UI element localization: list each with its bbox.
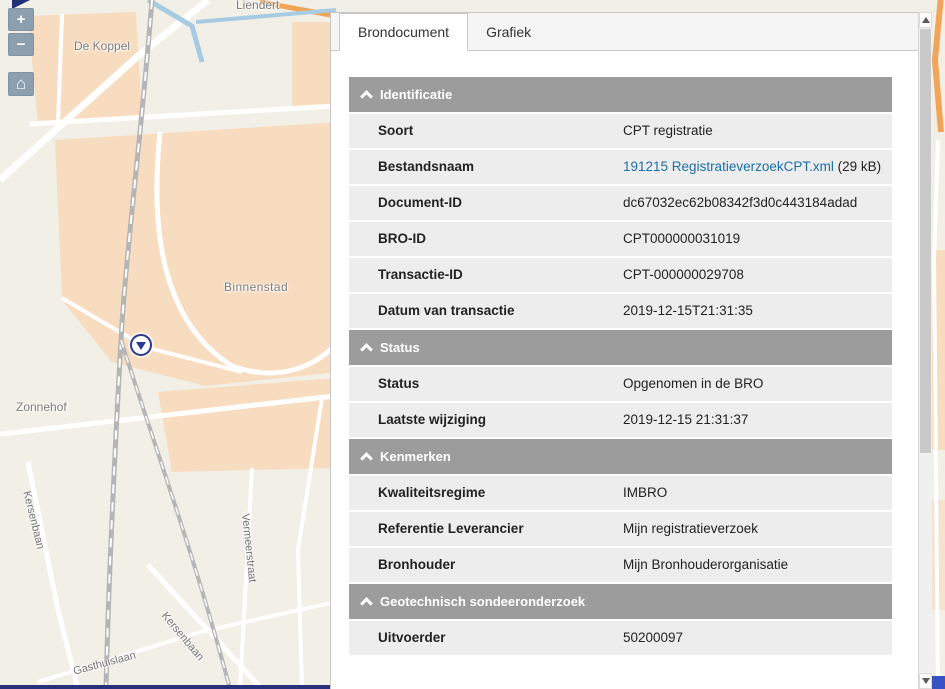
row-label: BRO-ID bbox=[349, 222, 613, 256]
table-row-kwaliteitsregime: Kwaliteitsregime IMBRO bbox=[349, 476, 892, 510]
section-title: Geotechnisch sondeeronderzoek bbox=[380, 594, 585, 609]
home-icon: ⌂ bbox=[16, 75, 26, 92]
detail-panel: Brondocument Grafiek Identificatie Soort… bbox=[330, 12, 918, 689]
row-value: 191215 RegistratieverzoekCPT.xml (29 kB) bbox=[613, 150, 892, 184]
scrollbar-thumb[interactable] bbox=[920, 29, 931, 453]
row-value: dc67032ec62b08342f3d0c443184adad bbox=[613, 186, 892, 220]
row-label: Datum van transactie bbox=[349, 294, 613, 328]
row-label: Referentie Leverancier bbox=[349, 512, 613, 546]
section-header-identificatie[interactable]: Identificatie bbox=[349, 77, 892, 112]
tab-brondocument[interactable]: Brondocument bbox=[339, 13, 468, 51]
map-label-zonnehof: Zonnehof bbox=[16, 400, 67, 414]
scrollbar-down-button[interactable] bbox=[919, 673, 932, 689]
arrow-down-icon bbox=[922, 678, 930, 684]
row-value: 2019-12-15T21:31:35 bbox=[613, 294, 892, 328]
section-title: Identificatie bbox=[380, 87, 452, 102]
row-value: CPT-000000029708 bbox=[613, 258, 892, 292]
map-label-de-koppel: De Koppel bbox=[74, 39, 130, 53]
section-kenmerken: Kenmerken Kwaliteitsregime IMBRO Referen… bbox=[349, 439, 892, 582]
table-row-bronhouder: Bronhouder Mijn Bronhouderorganisatie bbox=[349, 548, 892, 582]
row-label: Kwaliteitsregime bbox=[349, 476, 613, 510]
section-status: Status Status Opgenomen in de BRO Laatst… bbox=[349, 330, 892, 437]
tab-bar: Brondocument Grafiek bbox=[331, 13, 918, 51]
zoom-in-button[interactable]: + bbox=[8, 8, 34, 31]
row-label: Bronhouder bbox=[349, 548, 613, 582]
table-row-datum-transactie: Datum van transactie 2019-12-15T21:31:35 bbox=[349, 294, 892, 328]
section-identificatie: Identificatie Soort CPT registratie Best… bbox=[349, 77, 892, 328]
panel-scrollbar[interactable] bbox=[918, 12, 932, 689]
row-value: Opgenomen in de BRO bbox=[613, 367, 892, 401]
section-title: Status bbox=[380, 340, 420, 355]
map-label-binnenstad: Binnenstad bbox=[224, 280, 288, 294]
file-size-text: (29 kB) bbox=[834, 159, 881, 174]
table-row-referentie-leverancier: Referentie Leverancier Mijn registratiev… bbox=[349, 512, 892, 546]
table-row-laatste-wijziging: Laatste wijziging 2019-12-15 21:31:37 bbox=[349, 403, 892, 437]
zoom-control: + − bbox=[8, 8, 34, 56]
row-label: Bestandsnaam bbox=[349, 150, 613, 184]
section-header-geotechnisch[interactable]: Geotechnisch sondeeronderzoek bbox=[349, 584, 892, 619]
row-value: Mijn registratieverzoek bbox=[613, 512, 892, 546]
file-download-link[interactable]: 191215 RegistratieverzoekCPT.xml bbox=[623, 159, 834, 174]
row-value: IMBRO bbox=[613, 476, 892, 510]
scroll-corner bbox=[932, 676, 945, 689]
row-value: 2019-12-15 21:31:37 bbox=[613, 403, 892, 437]
arrow-up-icon bbox=[922, 17, 930, 23]
marker-triangle-icon bbox=[136, 342, 146, 350]
row-label: Uitvoerder bbox=[349, 621, 613, 655]
map-marker-cpt[interactable] bbox=[130, 334, 152, 356]
section-header-status[interactable]: Status bbox=[349, 330, 892, 365]
scrollbar-up-button[interactable] bbox=[919, 12, 932, 28]
row-label: Document-ID bbox=[349, 186, 613, 220]
chevron-up-icon bbox=[360, 90, 373, 103]
chevron-up-icon bbox=[360, 597, 373, 610]
chevron-up-icon bbox=[360, 343, 373, 356]
row-value: 50200097 bbox=[613, 621, 892, 655]
row-label: Soort bbox=[349, 114, 613, 148]
table-row-transactie-id: Transactie-ID CPT-000000029708 bbox=[349, 258, 892, 292]
row-value: Mijn Bronhouderorganisatie bbox=[613, 548, 892, 582]
chevron-up-icon bbox=[360, 452, 373, 465]
map-label-liendert: Liendert bbox=[236, 0, 279, 12]
section-geotechnisch-sondeeronderzoek: Geotechnisch sondeeronderzoek Uitvoerder… bbox=[349, 584, 892, 655]
table-row-bro-id: BRO-ID CPT000000031019 bbox=[349, 222, 892, 256]
table-row-status: Status Opgenomen in de BRO bbox=[349, 367, 892, 401]
row-label: Laatste wijziging bbox=[349, 403, 613, 437]
table-row-uitvoerder: Uitvoerder 50200097 bbox=[349, 621, 892, 655]
home-button[interactable]: ⌂ bbox=[8, 72, 34, 96]
row-value: CPT000000031019 bbox=[613, 222, 892, 256]
app-window: Liendert De Koppel Binnenstad Zonnehof K… bbox=[0, 0, 945, 689]
row-label: Status bbox=[349, 367, 613, 401]
tab-grafiek[interactable]: Grafiek bbox=[468, 13, 549, 50]
row-label: Transactie-ID bbox=[349, 258, 613, 292]
footer-bar bbox=[0, 685, 331, 689]
zoom-out-button[interactable]: − bbox=[8, 33, 34, 56]
table-row-bestandsnaam: Bestandsnaam 191215 RegistratieverzoekCP… bbox=[349, 150, 892, 184]
panel-content: Identificatie Soort CPT registratie Best… bbox=[331, 51, 918, 689]
section-title: Kenmerken bbox=[380, 449, 451, 464]
row-value: CPT registratie bbox=[613, 114, 892, 148]
section-header-kenmerken[interactable]: Kenmerken bbox=[349, 439, 892, 474]
table-row-soort: Soort CPT registratie bbox=[349, 114, 892, 148]
table-row-document-id: Document-ID dc67032ec62b08342f3d0c443184… bbox=[349, 186, 892, 220]
